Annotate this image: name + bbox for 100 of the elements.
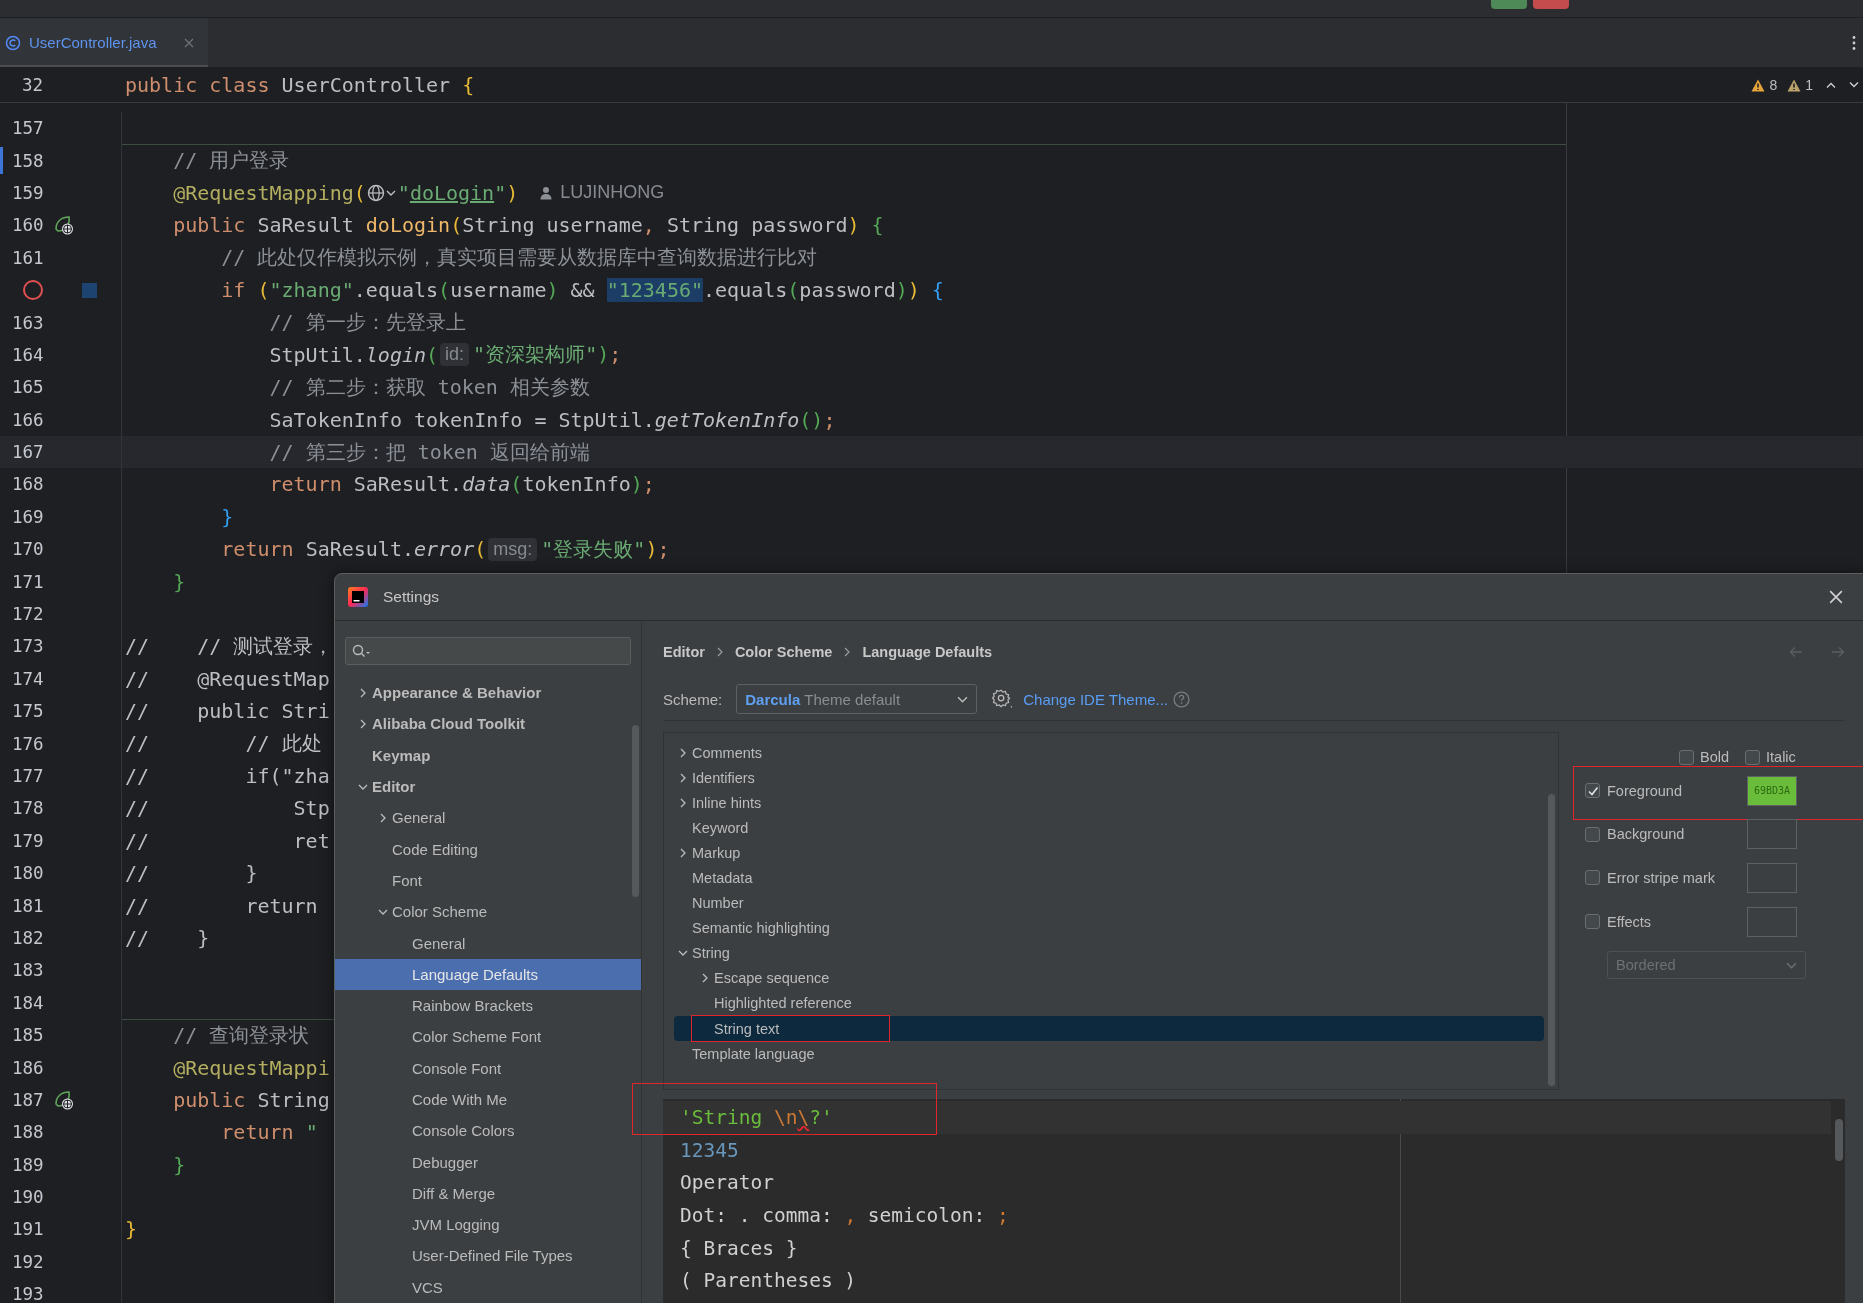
attribute-tree-item[interactable]: Number <box>674 890 1544 916</box>
checkbox[interactable] <box>1585 914 1600 930</box>
attribute-tree-item[interactable]: Markup <box>674 840 1544 866</box>
color-swatch[interactable] <box>1747 819 1797 850</box>
code-text: // // 测试登录， <box>125 632 334 660</box>
settings-tree-item[interactable]: Rainbow Brackets <box>335 989 641 1022</box>
attribute-tree-item[interactable]: Comments <box>674 740 1544 766</box>
attribute-tree-item[interactable]: Template language <box>674 1041 1544 1067</box>
settings-tree-item[interactable]: Code Editing <box>335 833 641 865</box>
line-number: 188 <box>12 1122 45 1143</box>
attribute-tree-item[interactable]: Semantic highlighting <box>674 915 1544 941</box>
line-number: 171 <box>12 571 45 592</box>
settings-tree-item[interactable]: Color Scheme Font <box>335 1021 641 1053</box>
settings-tree-item[interactable]: Keymap <box>335 739 641 771</box>
breadcrumb-item[interactable]: Color Scheme <box>734 644 833 660</box>
chevron-down-icon[interactable] <box>1849 82 1859 88</box>
caret-icon[interactable] <box>378 812 388 823</box>
breakpoint-icon[interactable] <box>22 279 44 302</box>
help-icon[interactable] <box>1173 690 1190 708</box>
settings-tree-item[interactable]: Editor <box>335 770 641 803</box>
class-icon <box>5 34 21 51</box>
line-number: 160 <box>12 215 45 236</box>
author-hint[interactable]: LUJINHONG <box>560 182 665 204</box>
caret-icon[interactable] <box>678 797 688 808</box>
breadcrumb-item[interactable]: Editor <box>663 644 705 660</box>
settings-icon[interactable] <box>991 688 1014 710</box>
settings-tree-item[interactable]: Console Font <box>335 1052 641 1084</box>
line-number: 169 <box>12 506 45 527</box>
line-number: 157 <box>12 118 45 139</box>
settings-tree-item[interactable]: Diff & Merge <box>335 1177 641 1210</box>
change-theme-link[interactable]: Change IDE Theme... <box>1023 690 1168 708</box>
line-number: 175 <box>12 701 45 722</box>
change-marker[interactable] <box>0 147 3 175</box>
settings-tree-item[interactable]: General <box>335 927 641 959</box>
code-text: // 此处仅作模拟示例，真实项目需要从数据库中查询数据进行比对 <box>221 244 818 272</box>
checkbox[interactable] <box>1585 826 1600 842</box>
attribute-tree-item[interactable]: Inline hints <box>674 790 1544 816</box>
caret-icon[interactable] <box>358 718 368 729</box>
scheme-dropdown[interactable]: Darcula Theme default <box>736 684 978 714</box>
line-number: 32 <box>22 75 45 95</box>
checkbox-label[interactable]: Bold <box>1700 749 1730 765</box>
color-swatch[interactable] <box>1747 863 1797 893</box>
checkbox[interactable] <box>1679 749 1694 765</box>
scrollbar[interactable] <box>1835 1119 1843 1161</box>
caret-icon[interactable] <box>678 747 688 758</box>
color-swatch[interactable] <box>1747 906 1797 937</box>
checkbox[interactable] <box>1745 749 1761 765</box>
preview-text: ( Parentheses ) <box>680 1269 857 1293</box>
attribute-tree-item[interactable]: String text <box>674 1016 1544 1042</box>
warning-icon[interactable] <box>1751 78 1766 92</box>
scrollbar[interactable] <box>1548 794 1555 1086</box>
checkbox[interactable] <box>1585 783 1600 799</box>
checkbox-label[interactable]: Error stripe mark <box>1607 870 1747 886</box>
settings-tree-item[interactable]: JVM Logging <box>335 1209 641 1241</box>
preview-text: Dot: . comma: , semicolon: ; <box>680 1203 1009 1227</box>
attribute-tree-item[interactable]: Keyword <box>674 815 1544 841</box>
settings-tree-item[interactable]: General <box>335 802 641 834</box>
settings-tree-item[interactable]: Language Defaults <box>335 958 641 990</box>
settings-tree-item[interactable]: Font <box>335 864 641 897</box>
code-text: } <box>125 1217 138 1242</box>
attribute-tree-item[interactable]: Metadata <box>674 865 1544 891</box>
settings-tree-item[interactable]: Debugger <box>335 1146 641 1178</box>
checkbox-label[interactable]: Effects <box>1607 913 1747 930</box>
chevron-up-icon[interactable] <box>1826 82 1836 88</box>
line-number: 180 <box>12 863 45 884</box>
caret-icon[interactable] <box>700 973 710 984</box>
dialog-title: Settings <box>383 588 439 606</box>
settings-tree-item[interactable]: Code With Me <box>335 1083 641 1116</box>
editor-tab[interactable]: UserController.java <box>0 18 208 67</box>
settings-tree-item[interactable]: Color Scheme <box>335 896 641 928</box>
settings-tree-item[interactable]: VCS <box>335 1271 641 1303</box>
globe-icon[interactable] <box>366 182 397 203</box>
more-icon[interactable] <box>1852 34 1856 51</box>
checkbox-label[interactable]: Italic <box>1766 749 1796 765</box>
settings-tree-item[interactable]: Appearance & Behavior <box>335 677 641 709</box>
code-text: // @RequestMap <box>125 666 330 691</box>
settings-tree-item[interactable]: User-Defined File Types <box>335 1240 641 1272</box>
settings-tree-item[interactable]: Console Colors <box>335 1115 641 1147</box>
code-text: public class UserController { <box>125 73 475 97</box>
caret-icon[interactable] <box>678 772 688 783</box>
color-swatch[interactable]: 69BD3A <box>1747 775 1797 806</box>
attribute-tree-item[interactable]: Escape sequence <box>674 965 1544 991</box>
attribute-tree-item[interactable]: String <box>674 940 1544 966</box>
attribute-tree-item[interactable]: Highlighted reference <box>674 990 1544 1017</box>
endpoint-icon[interactable] <box>53 214 75 237</box>
scrollbar[interactable] <box>632 725 639 897</box>
caret-icon[interactable] <box>678 847 688 858</box>
code-text: // // 此处 <box>125 730 322 758</box>
checkbox-label[interactable]: Background <box>1607 826 1747 843</box>
inlay-hint: id: <box>440 343 470 367</box>
code-text: // if("zha <box>125 764 330 788</box>
checkbox-label[interactable]: Foreground <box>1607 782 1747 799</box>
attribute-tree-item[interactable]: Identifiers <box>674 765 1544 791</box>
warning-icon[interactable] <box>1787 78 1802 92</box>
caret-icon[interactable] <box>358 687 368 698</box>
breadcrumb-item[interactable]: Language Defaults <box>862 644 993 660</box>
settings-tree-item[interactable]: Alibaba Cloud Toolkit <box>335 708 641 740</box>
checkbox[interactable] <box>1585 870 1600 886</box>
endpoint-icon[interactable] <box>53 1088 75 1111</box>
search-field[interactable] <box>345 637 631 665</box>
